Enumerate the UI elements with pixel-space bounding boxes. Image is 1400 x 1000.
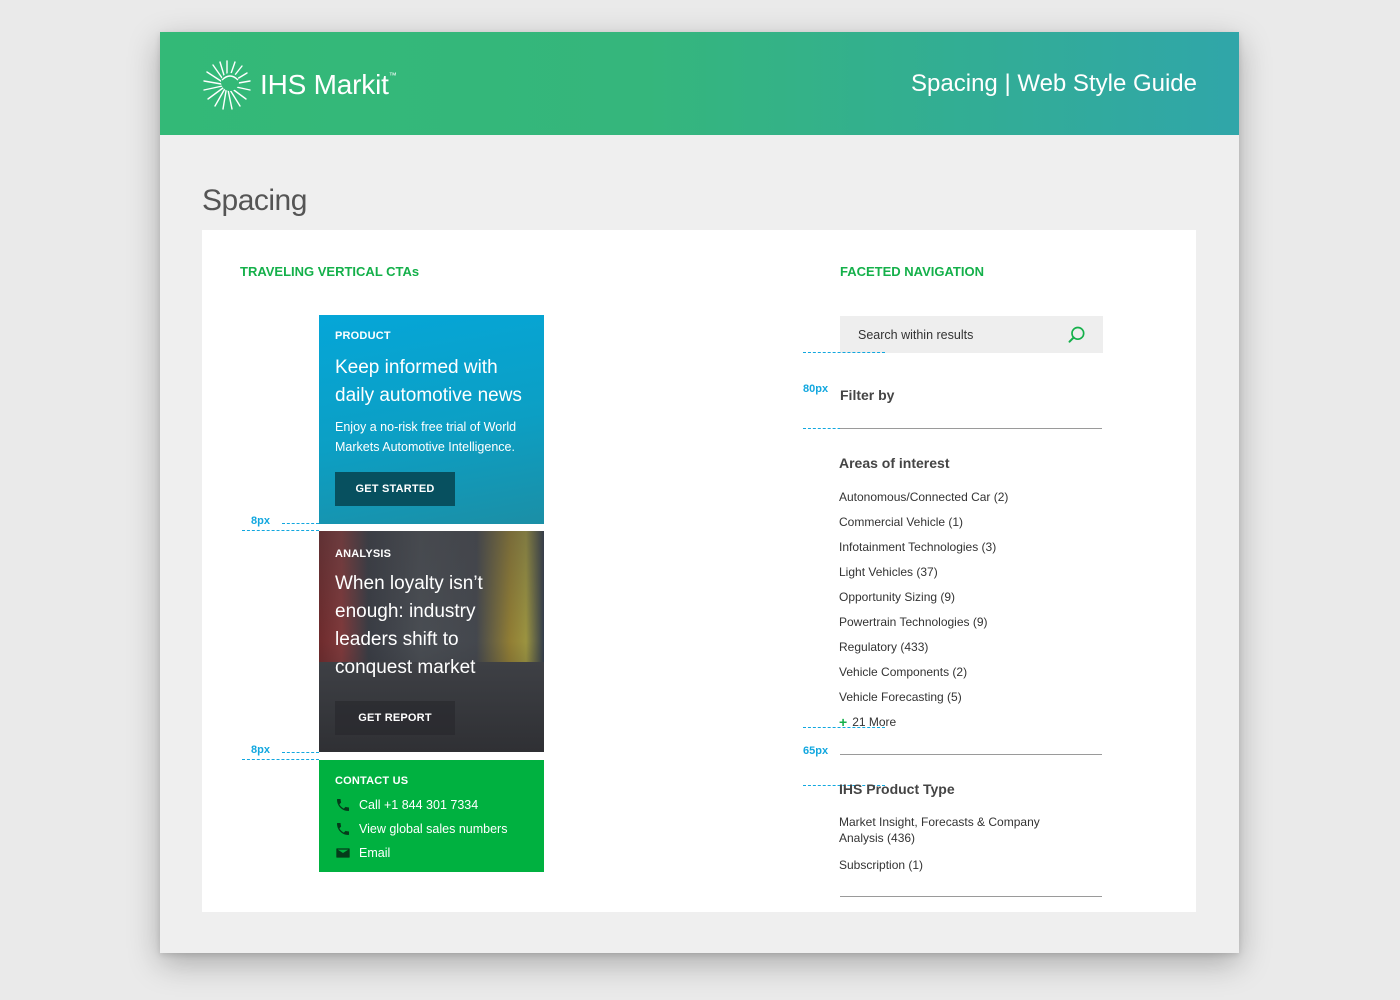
get-report-button[interactable]: GET REPORT	[335, 701, 455, 735]
spacing-guide-line	[803, 352, 885, 353]
email-link[interactable]: Email	[335, 845, 390, 861]
analysis-cta[interactable]: ANALYSIS When loyalty isn’t enough: indu…	[319, 531, 544, 752]
logo-trademark: ™	[388, 70, 397, 80]
areas-of-interest-title: Areas of interest	[839, 455, 950, 471]
spacing-label-80px: 80px	[803, 383, 829, 395]
product-label: PRODUCT	[335, 330, 391, 342]
facet-item[interactable]: Vehicle Forecasting (5)	[839, 689, 1008, 714]
filter-by-heading: Filter by	[840, 387, 895, 403]
faceted-navigation-heading: FACETED NAVIGATION	[840, 264, 984, 279]
email-text: Email	[359, 846, 391, 860]
starburst-logo-icon	[203, 60, 251, 110]
analysis-headline: When loyalty isn’t enough: industry lead…	[335, 573, 483, 678]
ihs-markit-logo[interactable]: IHS Markit ™	[200, 58, 397, 112]
call-text: Call +1 844 301 7334	[359, 798, 479, 812]
spacing-guide-line	[242, 759, 319, 760]
get-started-button[interactable]: GET STARTED	[335, 472, 455, 506]
spacing-label-65px: 65px	[803, 745, 829, 757]
search-input[interactable]	[858, 316, 1058, 353]
facet-item[interactable]: Powertrain Technologies (9)	[839, 614, 1008, 639]
guide-title: Spacing | Web Style Guide	[911, 70, 1197, 97]
spacing-label-8px: 8px	[251, 744, 270, 756]
facet-item[interactable]: Market Insight, Forecasts & Company Anal…	[839, 814, 1059, 846]
product-type-list: Market Insight, Forecasts & Company Anal…	[839, 814, 1059, 884]
style-guide-frame: IHS Markit ™ Spacing | Web Style Guide S…	[160, 32, 1239, 953]
product-headline: Keep informed with daily automotive news	[335, 357, 522, 406]
page-title: Spacing	[202, 184, 307, 217]
analysis-label: ANALYSIS	[335, 548, 392, 560]
spacing-guide-line	[282, 523, 319, 524]
product-type-title: IHS Product Type	[839, 781, 955, 797]
facet-item[interactable]: Opportunity Sizing (9)	[839, 589, 1008, 614]
spacing-label-8px: 8px	[251, 515, 270, 527]
call-link[interactable]: Call +1 844 301 7334	[335, 797, 478, 813]
global-sales-text: View global sales numbers	[359, 822, 508, 836]
spacing-guide-line	[282, 752, 319, 753]
divider	[840, 896, 1102, 897]
facet-item[interactable]: Autonomous/Connected Car (2)	[839, 489, 1008, 514]
facet-item[interactable]: Light Vehicles (37)	[839, 564, 1008, 589]
divider	[840, 428, 1102, 429]
spacing-guide-line	[803, 727, 885, 728]
contact-cta: CONTACT US Call +1 844 301 7334 View glo…	[319, 760, 544, 872]
areas-of-interest-list: Autonomous/Connected Car (2) Commercial …	[839, 489, 1008, 714]
search-icon[interactable]	[1067, 325, 1087, 345]
facet-item[interactable]: Vehicle Components (2)	[839, 664, 1008, 689]
mail-icon	[336, 848, 350, 858]
contact-label: CONTACT US	[335, 775, 409, 787]
content-card: TRAVELING VERTICAL CTAs FACETED NAVIGATI…	[202, 230, 1196, 912]
header-bar: IHS Markit ™ Spacing | Web Style Guide	[160, 32, 1239, 135]
divider	[840, 754, 1102, 755]
phone-icon	[337, 799, 349, 811]
spacing-guide-line	[242, 530, 319, 531]
product-cta[interactable]: PRODUCT Keep informed with daily automot…	[319, 315, 544, 524]
product-body: Enjoy a no-risk free trial of World Mark…	[335, 420, 517, 454]
facet-item[interactable]: Infotainment Technologies (3)	[839, 539, 1008, 564]
facet-item[interactable]: Subscription (1)	[839, 857, 1059, 873]
global-sales-link[interactable]: View global sales numbers	[335, 821, 507, 837]
logo-text: IHS Markit	[260, 69, 389, 100]
search-box	[840, 316, 1103, 353]
facet-item[interactable]: Regulatory (433)	[839, 639, 1008, 664]
traveling-ctas-heading: TRAVELING VERTICAL CTAs	[240, 264, 420, 279]
facet-item[interactable]: Commercial Vehicle (1)	[839, 514, 1008, 539]
phone-icon	[337, 823, 349, 835]
